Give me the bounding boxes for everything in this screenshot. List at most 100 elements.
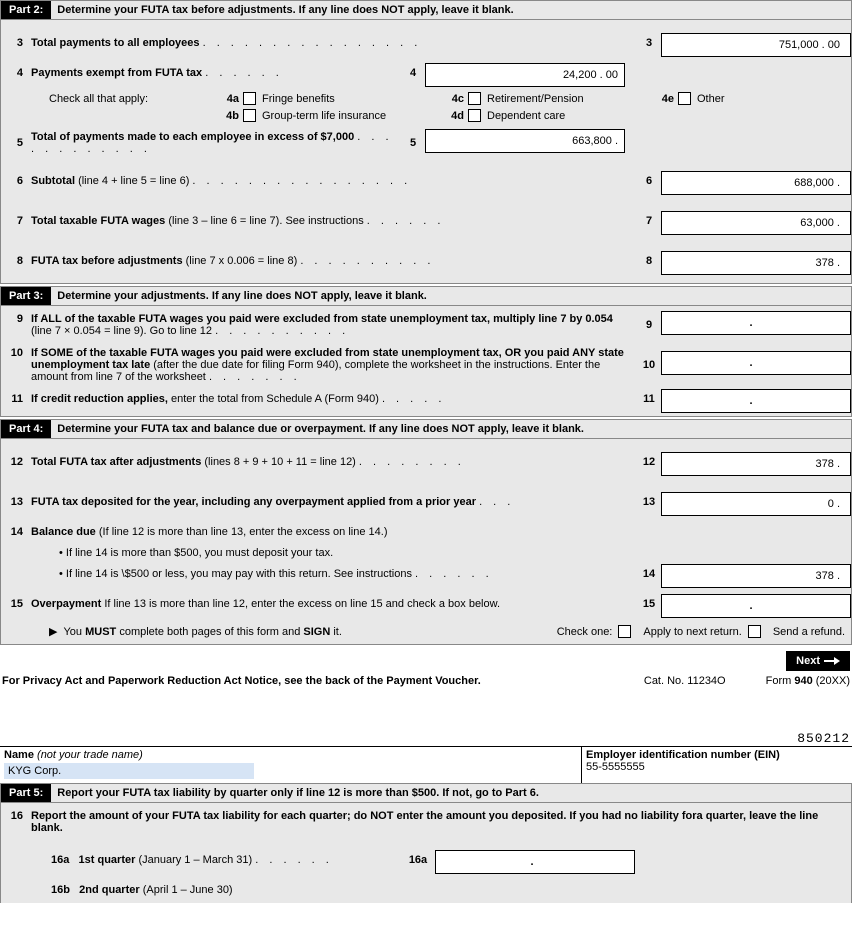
line-4-row: 4 Payments exempt from FUTA tax . . . . … bbox=[1, 60, 851, 90]
checkbox-4d[interactable] bbox=[468, 109, 481, 122]
line-16-label: Report the amount of your FUTA tax liabi… bbox=[31, 806, 851, 834]
ein-value: 55-5555555 bbox=[586, 761, 848, 773]
page-break bbox=[0, 691, 852, 731]
line-4-label: Payments exempt from FUTA tax . . . . . … bbox=[31, 63, 401, 79]
line-11-row: 11 If credit reduction applies, enter th… bbox=[1, 386, 851, 416]
arrow-right-icon bbox=[824, 656, 840, 666]
checkbox-4c[interactable] bbox=[468, 92, 481, 105]
line-16-num: 16 bbox=[1, 806, 31, 822]
line-13-right-num: 13 bbox=[637, 492, 661, 508]
line-10-value-box[interactable]: . bbox=[661, 351, 851, 375]
line-9-right-num: 9 bbox=[637, 315, 661, 331]
arrow-icon: ▶ bbox=[49, 625, 57, 638]
line-13-value-box[interactable]: 0 . bbox=[661, 492, 851, 516]
line-12-label: Total FUTA tax after adjustments (lines … bbox=[31, 452, 637, 468]
line-3-row: 3 Total payments to all employees . . . … bbox=[1, 30, 851, 60]
line-9-row: 9 If ALL of the taxable FUTA wages you p… bbox=[1, 306, 851, 340]
line-7-label: Total taxable FUTA wages (line 3 – line … bbox=[31, 211, 637, 227]
line-14-right-num: 14 bbox=[637, 564, 661, 580]
line-16a-mid-num: 16a bbox=[401, 850, 435, 866]
line-4-check-row-1: Check all that apply: 4a Fringe benefits… bbox=[1, 90, 851, 107]
part-5-badge: Part 5: bbox=[1, 784, 51, 802]
part-5-title: Report your FUTA tax liability by quarte… bbox=[57, 787, 539, 799]
check-one-group: Check one: Apply to next return. Send a … bbox=[557, 625, 851, 638]
line-9-value-box[interactable]: . bbox=[661, 311, 851, 335]
line-7-row: 7 Total taxable FUTA wages (line 3 – lin… bbox=[1, 208, 851, 238]
line-10-label: If SOME of the taxable FUTA wages you pa… bbox=[31, 343, 637, 383]
line-4-num: 4 bbox=[1, 63, 31, 79]
line-6-num: 6 bbox=[1, 171, 31, 187]
line-14-bullet-1: If line 14 is more than $500, you must d… bbox=[1, 545, 851, 561]
part-2-header: Part 2: Determine your FUTA tax before a… bbox=[1, 1, 851, 20]
name-block: Name (not your trade name) KYG Corp. bbox=[0, 747, 582, 783]
line-6-right-num: 6 bbox=[637, 171, 661, 187]
name-header: Name (not your trade name) bbox=[4, 749, 577, 761]
line-14-value-box[interactable]: 378 . bbox=[661, 564, 851, 588]
line-4-value-box[interactable]: 24,200 . 00 bbox=[425, 63, 625, 87]
line-14-num: 14 bbox=[1, 522, 31, 538]
line-14-row: 14 Balance due (If line 12 is more than … bbox=[1, 519, 851, 545]
line-15-value-box[interactable]: . bbox=[661, 594, 851, 618]
line-5-num: 5 bbox=[1, 133, 31, 149]
part-5-header: Part 5: Report your FUTA tax liability b… bbox=[1, 784, 851, 803]
line-14-bullet-2-row: • If line 14 is \$500 or less, you may p… bbox=[1, 561, 851, 591]
line-10-num: 10 bbox=[1, 343, 31, 359]
line-8-value-box[interactable]: 378 . bbox=[661, 251, 851, 275]
line-4-check-row-2: 4b Group-term life insurance 4d Dependen… bbox=[1, 107, 851, 124]
line-12-num: 12 bbox=[1, 452, 31, 468]
ein-block: Employer identification number (EIN) 55-… bbox=[582, 747, 852, 783]
must-sign-row: ▶ You MUST complete both pages of this f… bbox=[1, 621, 851, 644]
line-11-num: 11 bbox=[1, 389, 31, 405]
check-4b: 4b Group-term life insurance bbox=[219, 109, 412, 122]
line-7-value-box[interactable]: 63,000 . bbox=[661, 211, 851, 235]
line-12-row: 12 Total FUTA tax after adjustments (lin… bbox=[1, 449, 851, 479]
line-3-label: Total payments to all employees . . . . … bbox=[31, 33, 637, 49]
line-3-num: 3 bbox=[1, 33, 31, 49]
checkbox-4e[interactable] bbox=[678, 92, 691, 105]
line-16-row: 16 Report the amount of your FUTA tax li… bbox=[1, 803, 851, 837]
checkbox-apply-next-return[interactable] bbox=[618, 625, 631, 638]
line-15-label: Overpayment If line 13 is more than line… bbox=[31, 594, 637, 610]
line-16a-row: 16a 1st quarter (January 1 – March 31) .… bbox=[1, 847, 851, 877]
footer-row: For Privacy Act and Paperwork Reduction … bbox=[0, 671, 852, 691]
checkbox-send-refund[interactable] bbox=[748, 625, 761, 638]
line-15-row: 15 Overpayment If line 13 is more than l… bbox=[1, 591, 851, 621]
part-3-section: Part 3: Determine your adjustments. If a… bbox=[0, 286, 852, 417]
line-8-row: 8 FUTA tax before adjustments (line 7 x … bbox=[1, 248, 851, 283]
checkbox-4b[interactable] bbox=[243, 109, 256, 122]
line-6-value-box[interactable]: 688,000 . bbox=[661, 171, 851, 195]
check-4c: Retirement/Pension bbox=[468, 92, 648, 105]
line-4-mid-num: 4 bbox=[401, 63, 425, 79]
line-16a-value-box[interactable]: . bbox=[435, 850, 635, 874]
line-3-value-box[interactable]: 751,000 . 00 bbox=[661, 33, 851, 57]
line-8-label: FUTA tax before adjustments (line 7 x 0.… bbox=[31, 251, 637, 267]
footer-cat-no: Cat. No. 11234O bbox=[644, 675, 726, 687]
line-7-num: 7 bbox=[1, 211, 31, 227]
part-3-title: Determine your adjustments. If any line … bbox=[57, 290, 427, 302]
line-9-num: 9 bbox=[1, 309, 31, 325]
line-5-mid-num: 5 bbox=[401, 133, 425, 149]
part-3-badge: Part 3: bbox=[1, 287, 51, 305]
next-button[interactable]: Next bbox=[786, 651, 850, 671]
part-5-section: Part 5: Report your FUTA tax liability b… bbox=[0, 783, 852, 903]
line-11-value-box[interactable]: . bbox=[661, 389, 851, 413]
check-4a: 4a Fringe benefits bbox=[219, 92, 412, 105]
part-4-badge: Part 4: bbox=[1, 420, 51, 438]
page-2-code: 850212 bbox=[0, 731, 852, 746]
part-4-section: Part 4: Determine your FUTA tax and bala… bbox=[0, 419, 852, 645]
line-5-value-box[interactable]: 663,800 . bbox=[425, 129, 625, 153]
line-3-right-num: 3 bbox=[637, 33, 661, 49]
footer-form-id: Form 940 (20XX) bbox=[766, 675, 850, 687]
line-8-num: 8 bbox=[1, 251, 31, 267]
name-ein-row: Name (not your trade name) KYG Corp. Emp… bbox=[0, 746, 852, 783]
part-4-header: Part 4: Determine your FUTA tax and bala… bbox=[1, 420, 851, 439]
line-12-value-box[interactable]: 378 . bbox=[661, 452, 851, 476]
check-4e: Other bbox=[678, 92, 725, 105]
line-15-right-num: 15 bbox=[637, 594, 661, 610]
part-3-header: Part 3: Determine your adjustments. If a… bbox=[1, 287, 851, 306]
line-10-right-num: 10 bbox=[637, 355, 661, 371]
line-5-label: Total of payments made to each employee … bbox=[31, 127, 401, 155]
line-12-right-num: 12 bbox=[637, 452, 661, 468]
name-value[interactable]: KYG Corp. bbox=[4, 763, 254, 779]
checkbox-4a[interactable] bbox=[243, 92, 256, 105]
